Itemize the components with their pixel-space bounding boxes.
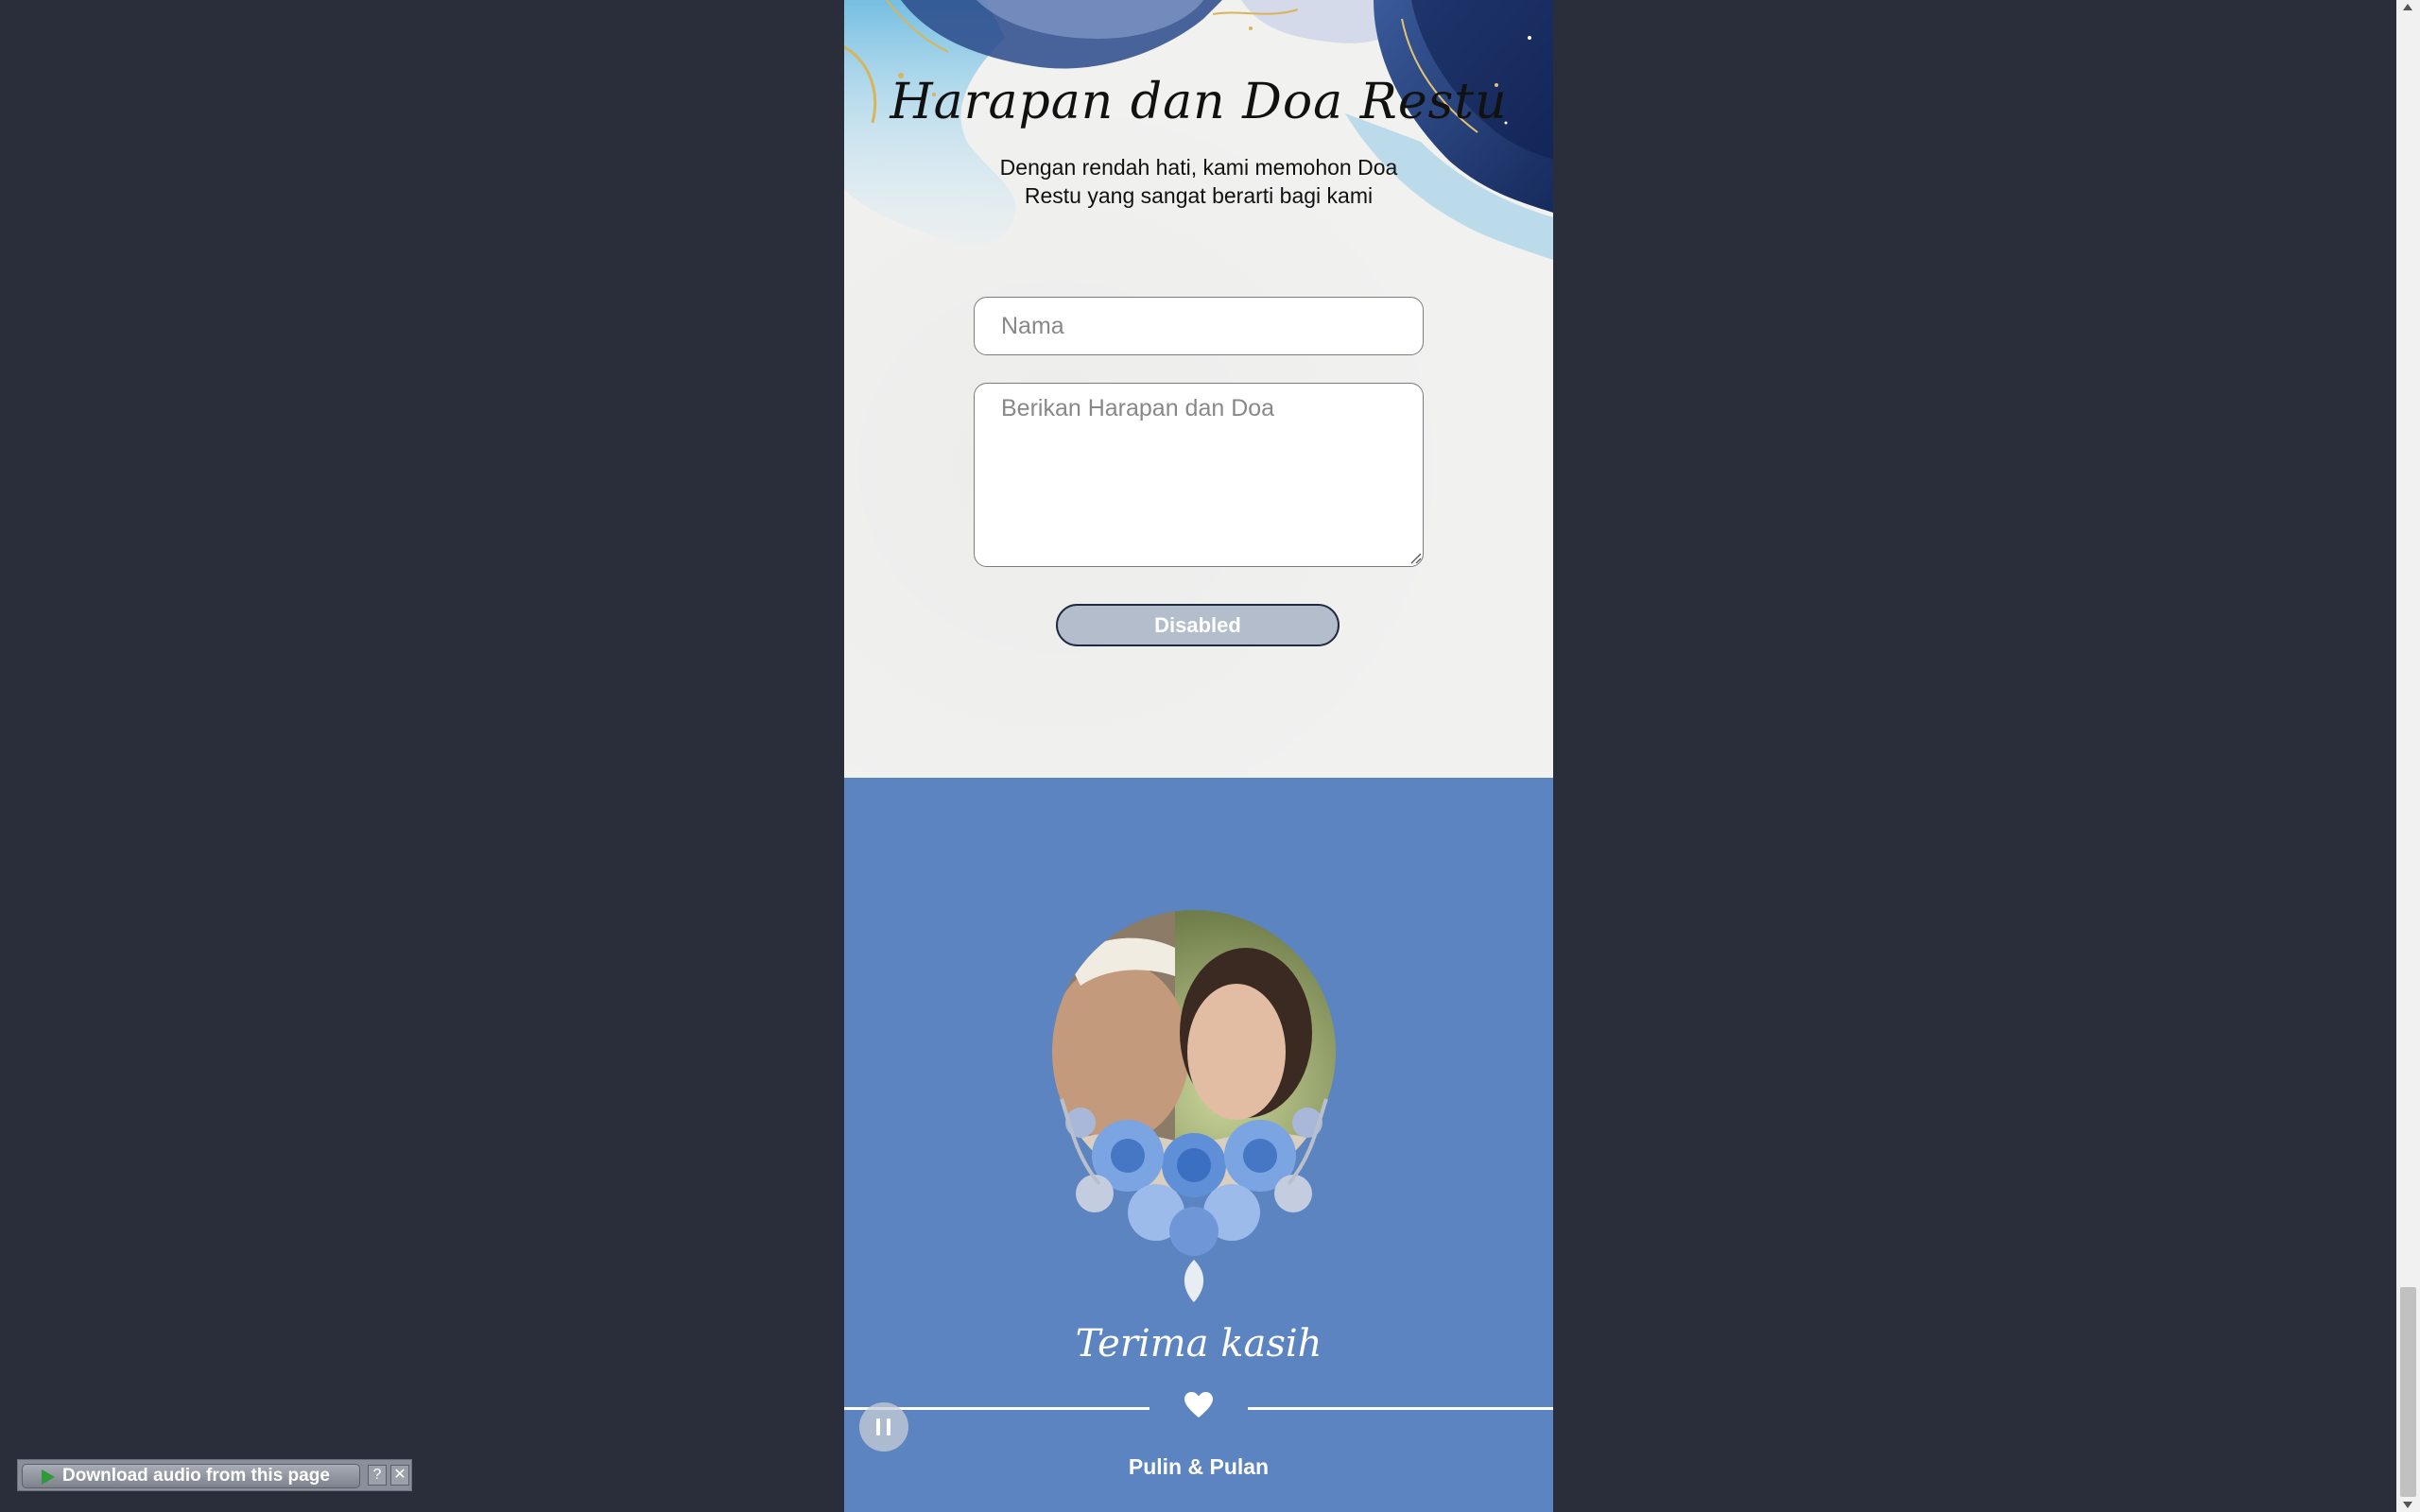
scroll-thumb[interactable] <box>2400 1287 2416 1497</box>
pause-icon <box>887 1418 890 1435</box>
close-button[interactable]: ✕ <box>390 1465 409 1486</box>
couple-names: Pulin & Pulan <box>1128 1454 1270 1479</box>
scroll-up-icon[interactable] <box>2403 4 2412 10</box>
wishes-title: Harapan dan Doa Restu <box>890 74 1508 130</box>
download-audio-label: Download audio from this page <box>62 1466 330 1486</box>
help-button[interactable]: ? <box>368 1465 387 1486</box>
heart-icon <box>1184 1392 1213 1418</box>
thank-you-section: Terima kasih Pulin & Pulan <box>844 778 1553 1512</box>
name-input[interactable] <box>974 297 1424 355</box>
wishes-section: Harapan dan Doa Restu Dengan rendah hati… <box>844 0 1553 778</box>
download-audio-button[interactable]: Download audio from this page <box>22 1464 360 1488</box>
watercolor-decoration <box>844 0 1553 260</box>
play-icon <box>42 1469 55 1485</box>
resize-grip-icon[interactable] <box>1409 551 1422 564</box>
wishes-subtitle: Dengan rendah hati, kami memohon Doa Res… <box>999 155 1398 208</box>
music-pause-button[interactable] <box>859 1402 908 1452</box>
scroll-down-icon[interactable] <box>2403 1502 2412 1508</box>
couple-photo-frame <box>1052 910 1336 1302</box>
invitation-page: Harapan dan Doa Restu Dengan rendah hati… <box>844 0 1553 1512</box>
wish-message-input[interactable] <box>974 383 1424 567</box>
audio-download-bar: Download audio from this page ? ✕ <box>17 1459 412 1491</box>
thank-you-text: Terima kasih <box>1075 1322 1322 1366</box>
pause-icon <box>876 1418 880 1435</box>
divider-line-right <box>1248 1407 1553 1410</box>
submit-wish-button[interactable]: Disabled <box>1056 604 1340 646</box>
page-scrollbar[interactable] <box>2396 0 2420 1512</box>
